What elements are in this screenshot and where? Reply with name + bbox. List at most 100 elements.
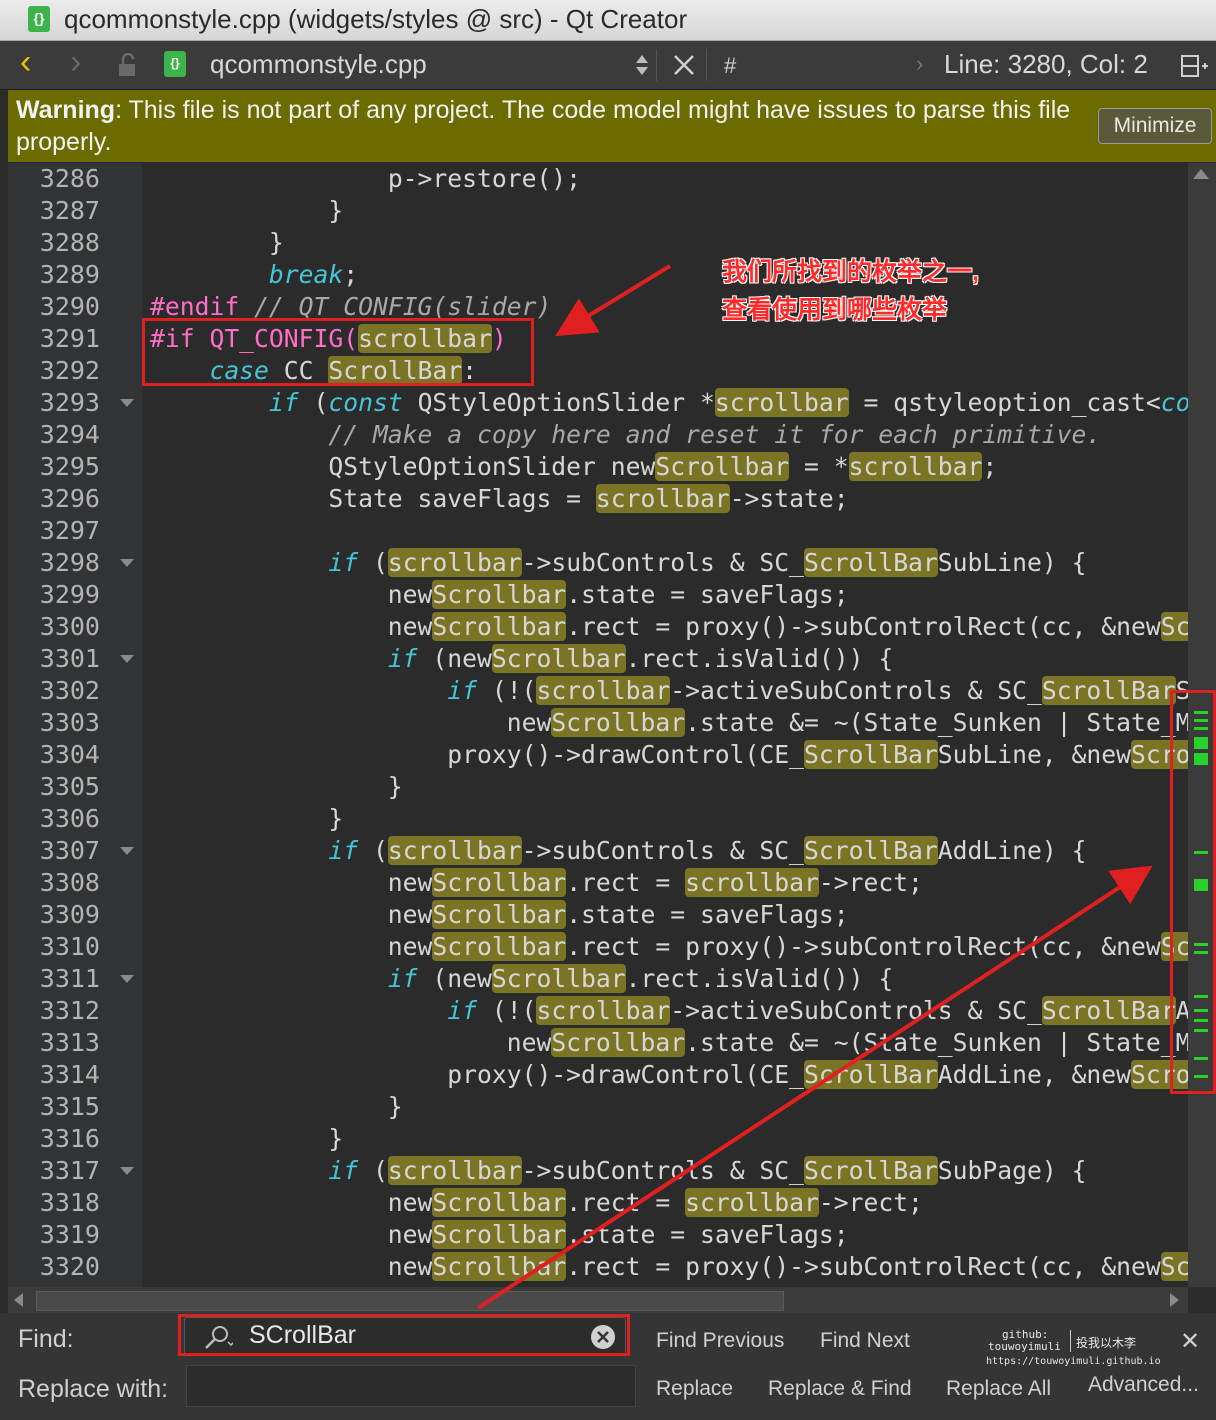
line-number: 3308 (39, 868, 100, 897)
line-number-gutter[interactable]: 3286 3287 3288 3289 3290 3291 3292 3293 3294 3295… (8, 163, 142, 1287)
code-line[interactable]: } (150, 803, 343, 835)
scroll-right-arrow-icon[interactable] (1170, 1293, 1179, 1307)
code-line[interactable]: newScrollbar.state &= ~(State_Sunken | S… (150, 707, 1188, 739)
code-line[interactable]: // Make a copy here and reset it for eac… (150, 419, 1101, 451)
line-number: 3305 (39, 772, 100, 801)
line-number: 3292 (39, 356, 100, 385)
line-number: 3298 (39, 548, 100, 577)
line-number: 3290 (39, 292, 100, 321)
fold-toggle-icon[interactable] (120, 847, 134, 855)
code-line[interactable]: newScrollbar.rect = scrollbar->rect; (150, 1187, 923, 1219)
code-line[interactable]: } (150, 1091, 403, 1123)
line-number: 3291 (39, 324, 100, 353)
document-updown-icon[interactable] (634, 53, 650, 82)
close-document-icon[interactable] (672, 53, 696, 82)
find-next-button[interactable]: Find Next (820, 1329, 910, 1353)
code-line[interactable]: if (scrollbar->subControls & SC_ScrollBa… (150, 1155, 1086, 1187)
code-line[interactable]: } (150, 227, 284, 259)
fold-toggle-icon[interactable] (120, 655, 134, 663)
fold-toggle-icon[interactable] (120, 559, 134, 567)
code-line[interactable]: } (150, 1123, 343, 1155)
advanced-button[interactable]: Advanced... (1088, 1373, 1199, 1397)
line-number: 3314 (39, 1060, 100, 1089)
annotation-box-scroll-markers (1170, 690, 1216, 1094)
code-line[interactable]: newScrollbar.state = saveFlags; (150, 899, 849, 931)
watermark-cn: 投我以木李 (1076, 1336, 1137, 1350)
line-number: 3309 (39, 900, 100, 929)
code-line[interactable]: if (!(scrollbar->activeSubControls & SC_… (150, 995, 1188, 1027)
symbol-selector[interactable]: # (724, 53, 736, 79)
replace-input[interactable] (186, 1365, 636, 1407)
lock-icon[interactable] (116, 52, 136, 76)
code-line[interactable]: State saveFlags = scrollbar->state; (150, 483, 849, 515)
watermark: github: touwoyimuli 投我以木李 https://touwoy… (984, 1328, 1161, 1368)
find-label: Find: (18, 1325, 74, 1353)
annotation-text-line2: 查看使用到哪些枚举 (722, 296, 948, 324)
line-number: 3289 (39, 260, 100, 289)
scroll-up-arrow-icon[interactable] (1193, 169, 1209, 179)
editor-toolbar: ‹ › {} qcommonstyle.cpp # › Line: 3280, … (0, 41, 1216, 90)
fold-toggle-icon[interactable] (120, 1167, 134, 1175)
code-line[interactable]: proxy()->drawControl(CE_ScrollBarSubLine… (150, 739, 1188, 771)
replace-all-button[interactable]: Replace All (946, 1377, 1051, 1401)
code-line[interactable]: break; (150, 259, 358, 291)
scroll-left-arrow-icon[interactable] (14, 1293, 23, 1307)
replace-and-find-button[interactable]: Replace & Find (768, 1377, 912, 1401)
line-column-indicator[interactable]: Line: 3280, Col: 2 (944, 49, 1164, 80)
replace-button[interactable]: Replace (656, 1377, 733, 1401)
minimize-button[interactable]: Minimize (1098, 108, 1212, 144)
line-number: 3287 (39, 196, 100, 225)
code-line[interactable]: newScrollbar.rect = proxy()->subControlR… (150, 1251, 1188, 1283)
horizontal-scrollbar[interactable] (8, 1287, 1188, 1313)
split-editor-icon[interactable] (1180, 53, 1208, 84)
code-line[interactable]: proxy()->drawControl(CE_ScrollBarAddLine… (150, 1059, 1188, 1091)
fold-toggle-icon[interactable] (120, 975, 134, 983)
code-line[interactable]: } (150, 771, 403, 803)
line-number: 3310 (39, 932, 100, 961)
horizontal-scroll-thumb[interactable] (36, 1291, 784, 1311)
back-arrow-icon[interactable]: ‹ (20, 43, 31, 82)
code-line[interactable]: newScrollbar.rect = proxy()->subControlR… (150, 611, 1188, 643)
line-number: 3299 (39, 580, 100, 609)
code-line[interactable]: } (150, 195, 343, 227)
find-previous-button[interactable]: Find Previous (656, 1329, 784, 1353)
forward-arrow-icon[interactable]: › (70, 43, 81, 82)
code-line[interactable]: if (scrollbar->subControls & SC_ScrollBa… (150, 547, 1086, 579)
line-number: 3296 (39, 484, 100, 513)
line-number: 3302 (39, 676, 100, 705)
code-line[interactable]: p->restore(); (150, 163, 581, 195)
code-line[interactable]: newScrollbar.rect = proxy()->subControlR… (150, 931, 1188, 963)
line-number: 3303 (39, 708, 100, 737)
code-line[interactable]: QStyleOptionSlider newScrollbar = *scrol… (150, 451, 997, 483)
annotation-box-find-input (178, 1314, 630, 1356)
code-line[interactable]: newScrollbar.state &= ~(State_Sunken | S… (150, 1027, 1188, 1059)
close-find-icon[interactable]: ✕ (1180, 1327, 1200, 1356)
open-document-selector[interactable]: qcommonstyle.cpp (210, 49, 427, 80)
code-line[interactable]: if (const QStyleOptionSlider *scrollbar … (150, 387, 1188, 419)
watermark-url: https://touwoyimuli.github.io (986, 1356, 1161, 1367)
toolbar-separator (706, 49, 707, 81)
line-number: 3288 (39, 228, 100, 257)
code-line[interactable]: if (newScrollbar.rect.isValid()) { (150, 643, 893, 675)
window-title: qcommonstyle.cpp (widgets/styles @ src) … (64, 4, 688, 34)
line-number: 3297 (39, 516, 100, 545)
code-line[interactable]: newScrollbar.state = saveFlags; (150, 1219, 849, 1251)
code-line[interactable]: if (newScrollbar.rect.isValid()) { (150, 963, 893, 995)
qt-creator-app-icon: {} (28, 6, 50, 32)
line-number: 3306 (39, 804, 100, 833)
code-line[interactable]: if (scrollbar->subControls & SC_ScrollBa… (150, 835, 1086, 867)
chevron-right-icon: › (916, 51, 924, 76)
line-number: 3293 (39, 388, 100, 417)
line-number: 3295 (39, 452, 100, 481)
code-line[interactable]: newScrollbar.state = saveFlags; (150, 579, 849, 611)
line-number: 3286 (39, 164, 100, 193)
code-line[interactable]: newScrollbar.rect = scrollbar->rect; (150, 867, 923, 899)
fold-toggle-icon[interactable] (120, 399, 134, 407)
warning-text: Warning: This file is not part of any pr… (16, 94, 1096, 158)
line-number: 3312 (39, 996, 100, 1025)
watermark-user: touwoyimuli (988, 1340, 1061, 1353)
warning-label: Warning (16, 96, 116, 124)
annotation-text-line1: 我们所找到的枚举之一, (722, 258, 979, 286)
code-line[interactable]: if (!(scrollbar->activeSubControls & SC_… (150, 675, 1188, 707)
line-number: 3301 (39, 644, 100, 673)
